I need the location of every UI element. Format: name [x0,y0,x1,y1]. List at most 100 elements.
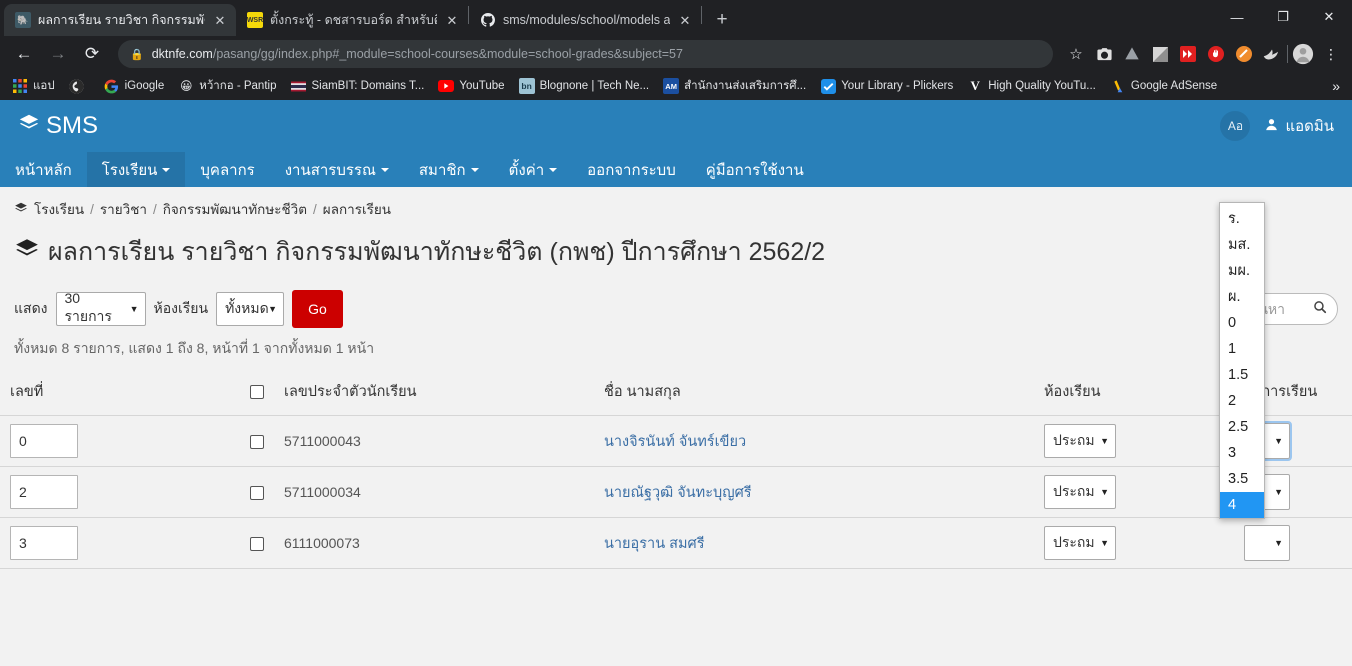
bookmarks-overflow-icon[interactable]: » [1332,78,1346,94]
close-icon[interactable]: ✕ [677,12,693,28]
grade-option-4[interactable]: 0 [1220,310,1264,336]
cell-student-name[interactable]: นายณัฐวุฒิ จันทะบุญศรี [594,466,1034,518]
forward-icon[interactable]: → [42,38,74,70]
user-menu[interactable]: แอดมิน [1264,114,1334,138]
row-room-select[interactable]: ประถม [1044,424,1116,458]
tab-title: ผลการเรียน รายวิชา กิจกรรมพัฒนาทัก [38,13,205,27]
column-header-room[interactable]: ห้องเรียน [1034,370,1234,416]
close-icon[interactable]: ✕ [444,12,460,28]
nav-item-manual[interactable]: คู่มือการใช้งาน [691,152,819,187]
reload-icon[interactable]: ⟳ [76,38,108,70]
grade-option-9[interactable]: 3 [1220,440,1264,466]
bookmark-item-pantip[interactable]: 😀 หว้ากอ - Pantip [172,74,282,98]
bookmark-item-obec[interactable]: AM สำนักงานส่งเสริมการศึ... [657,74,812,98]
address-bar[interactable]: 🔒 dktnfe.com/pasang/gg/index.php#_module… [118,40,1053,68]
grade-option-2[interactable]: มผ. [1220,258,1264,284]
column-header-student-id[interactable]: เลขประจำตัวนักเรียน [274,370,594,416]
close-icon[interactable]: ✕ [212,12,228,28]
row-checkbox[interactable] [250,537,264,552]
new-tab-button[interactable]: + [708,6,736,34]
breadcrumb-item-school[interactable]: โรงเรียน [34,198,84,220]
row-number-input[interactable] [10,475,78,509]
drive-icon[interactable] [1119,41,1145,67]
grade-option-1[interactable]: มส. [1220,232,1264,258]
table-row: 5711000043 นางจิรนันท์ จันทร์เขียว ประถม… [0,415,1352,467]
row-room-select[interactable]: ประถม [1044,475,1116,509]
cell-room: ประถม ▼ [1034,517,1234,569]
go-button[interactable]: Go [292,290,343,328]
cell-student-name[interactable]: นางจิรนันท์ จันทร์เขียว [594,415,1034,467]
row-checkbox[interactable] [250,486,264,501]
nav-item-members[interactable]: สมาชิก [404,152,494,187]
bookmark-item-adsense[interactable]: Google AdSense [1104,75,1223,97]
browser-tab-1[interactable]: 🐘 ผลการเรียน รายวิชา กิจกรรมพัฒนาทัก ✕ [4,4,236,36]
close-window-icon[interactable]: ✕ [1306,0,1352,34]
language-toggle[interactable]: Aอ [1220,111,1251,141]
grade-option-6[interactable]: 1.5 [1220,362,1264,388]
app-brand[interactable]: SMS [18,112,98,140]
bookmark-label: แอป [33,80,55,92]
browser-tab-3[interactable]: sms/modules/school/models at n ✕ [469,4,701,36]
app-header-right: Aอ แอดมิน [1220,111,1334,141]
row-grade-select[interactable] [1244,525,1290,561]
column-header-no[interactable]: เลขที่ [0,370,240,416]
bookmark-item-globe[interactable] [63,75,96,97]
grade-option-8[interactable]: 2.5 [1220,414,1264,440]
search-icon[interactable] [1313,300,1327,319]
camera-icon[interactable] [1091,41,1117,67]
browser-tab-2[interactable]: WSR ตั้งกระทู้ - ดชสารบอร์ด สำหรับติดต่อ… [236,4,468,36]
nav-item-documents[interactable]: งานสารบรรณ [270,152,404,187]
bookmark-item-igoogle[interactable]: iGoogle [98,75,171,97]
square-icon[interactable] [1147,41,1173,67]
cell-no [0,517,240,569]
adblock-hand-icon[interactable] [1203,41,1229,67]
pantip-icon: 😀 [180,79,193,93]
back-icon[interactable]: ← [8,38,40,70]
bookmark-star-icon[interactable]: ☆ [1063,41,1089,67]
row-number-input[interactable] [10,526,78,560]
nav-item-personnel[interactable]: บุคลากร [185,152,269,187]
grade-option-10[interactable]: 3.5 [1220,466,1264,492]
bookmark-item-siambit[interactable]: SiamBIT: Domains T... [284,75,430,97]
profile-avatar-icon[interactable] [1290,41,1316,67]
bookmark-item-plickers[interactable]: Your Library - Plickers [814,75,959,97]
cell-checkbox [240,517,274,569]
nav-item-logout[interactable]: ออกจากระบบ [572,152,691,187]
bookmark-item-apps[interactable]: แอป [6,74,61,98]
room-select-wrap: ประถม ▼ [1044,475,1116,509]
nav-item-settings[interactable]: ตั้งค่า [494,152,573,187]
grade-option-3[interactable]: ผ. [1220,284,1264,310]
row-number-input[interactable] [10,424,78,458]
minimize-icon[interactable]: — [1214,0,1260,34]
column-header-name[interactable]: ชื่อ นามสกุล [594,370,1034,416]
bookmark-item-youtube[interactable]: YouTube [432,75,510,97]
per-page-select-wrap: 30 รายการ ▼ [55,290,146,326]
row-checkbox[interactable] [250,435,264,450]
nav-item-home[interactable]: หน้าหลัก [0,152,87,187]
orange-circle-icon[interactable] [1231,41,1257,67]
bookmark-item-highquality[interactable]: V High Quality YouTu... [961,75,1102,97]
three-dot-menu-icon[interactable]: ⋮ [1318,41,1344,67]
shark-icon[interactable] [1259,41,1285,67]
layers-icon [18,112,40,140]
maximize-icon[interactable]: ❐ [1260,0,1306,34]
grade-option-11[interactable]: 4 [1220,492,1264,518]
select-all-checkbox[interactable] [250,384,264,399]
room-filter-select[interactable]: ทั้งหมด [216,292,285,326]
grade-dropdown-list[interactable]: ร. มส. มผ. ผ. 0 1 1.5 2 2.5 3 3.5 4 [1219,202,1265,519]
cell-no [0,415,240,467]
breadcrumb-item-activity[interactable]: กิจกรรมพัฒนาทักษะชีวิต [163,198,307,220]
grade-option-5[interactable]: 1 [1220,336,1264,362]
grade-option-0[interactable]: ร. [1220,206,1264,232]
row-room-select[interactable]: ประถม [1044,526,1116,560]
fast-forward-icon[interactable] [1175,41,1201,67]
breadcrumb-item-grades[interactable]: ผลการเรียน [323,198,391,220]
per-page-select[interactable]: 30 รายการ [55,290,146,326]
nav-item-school[interactable]: โรงเรียน [86,152,186,187]
grades-table: เลขที่ เลขประจำตัวนักเรียน ชื่อ นามสกุล … [0,370,1352,569]
cell-student-name[interactable]: นายอุราน สมศรี [594,517,1034,569]
breadcrumb-item-subject[interactable]: รายวิชา [100,198,147,220]
room-select-wrap: ประถม ▼ [1044,424,1116,458]
bookmark-item-blognone[interactable]: bn Blognone | Tech Ne... [513,75,656,97]
grade-option-7[interactable]: 2 [1220,388,1264,414]
